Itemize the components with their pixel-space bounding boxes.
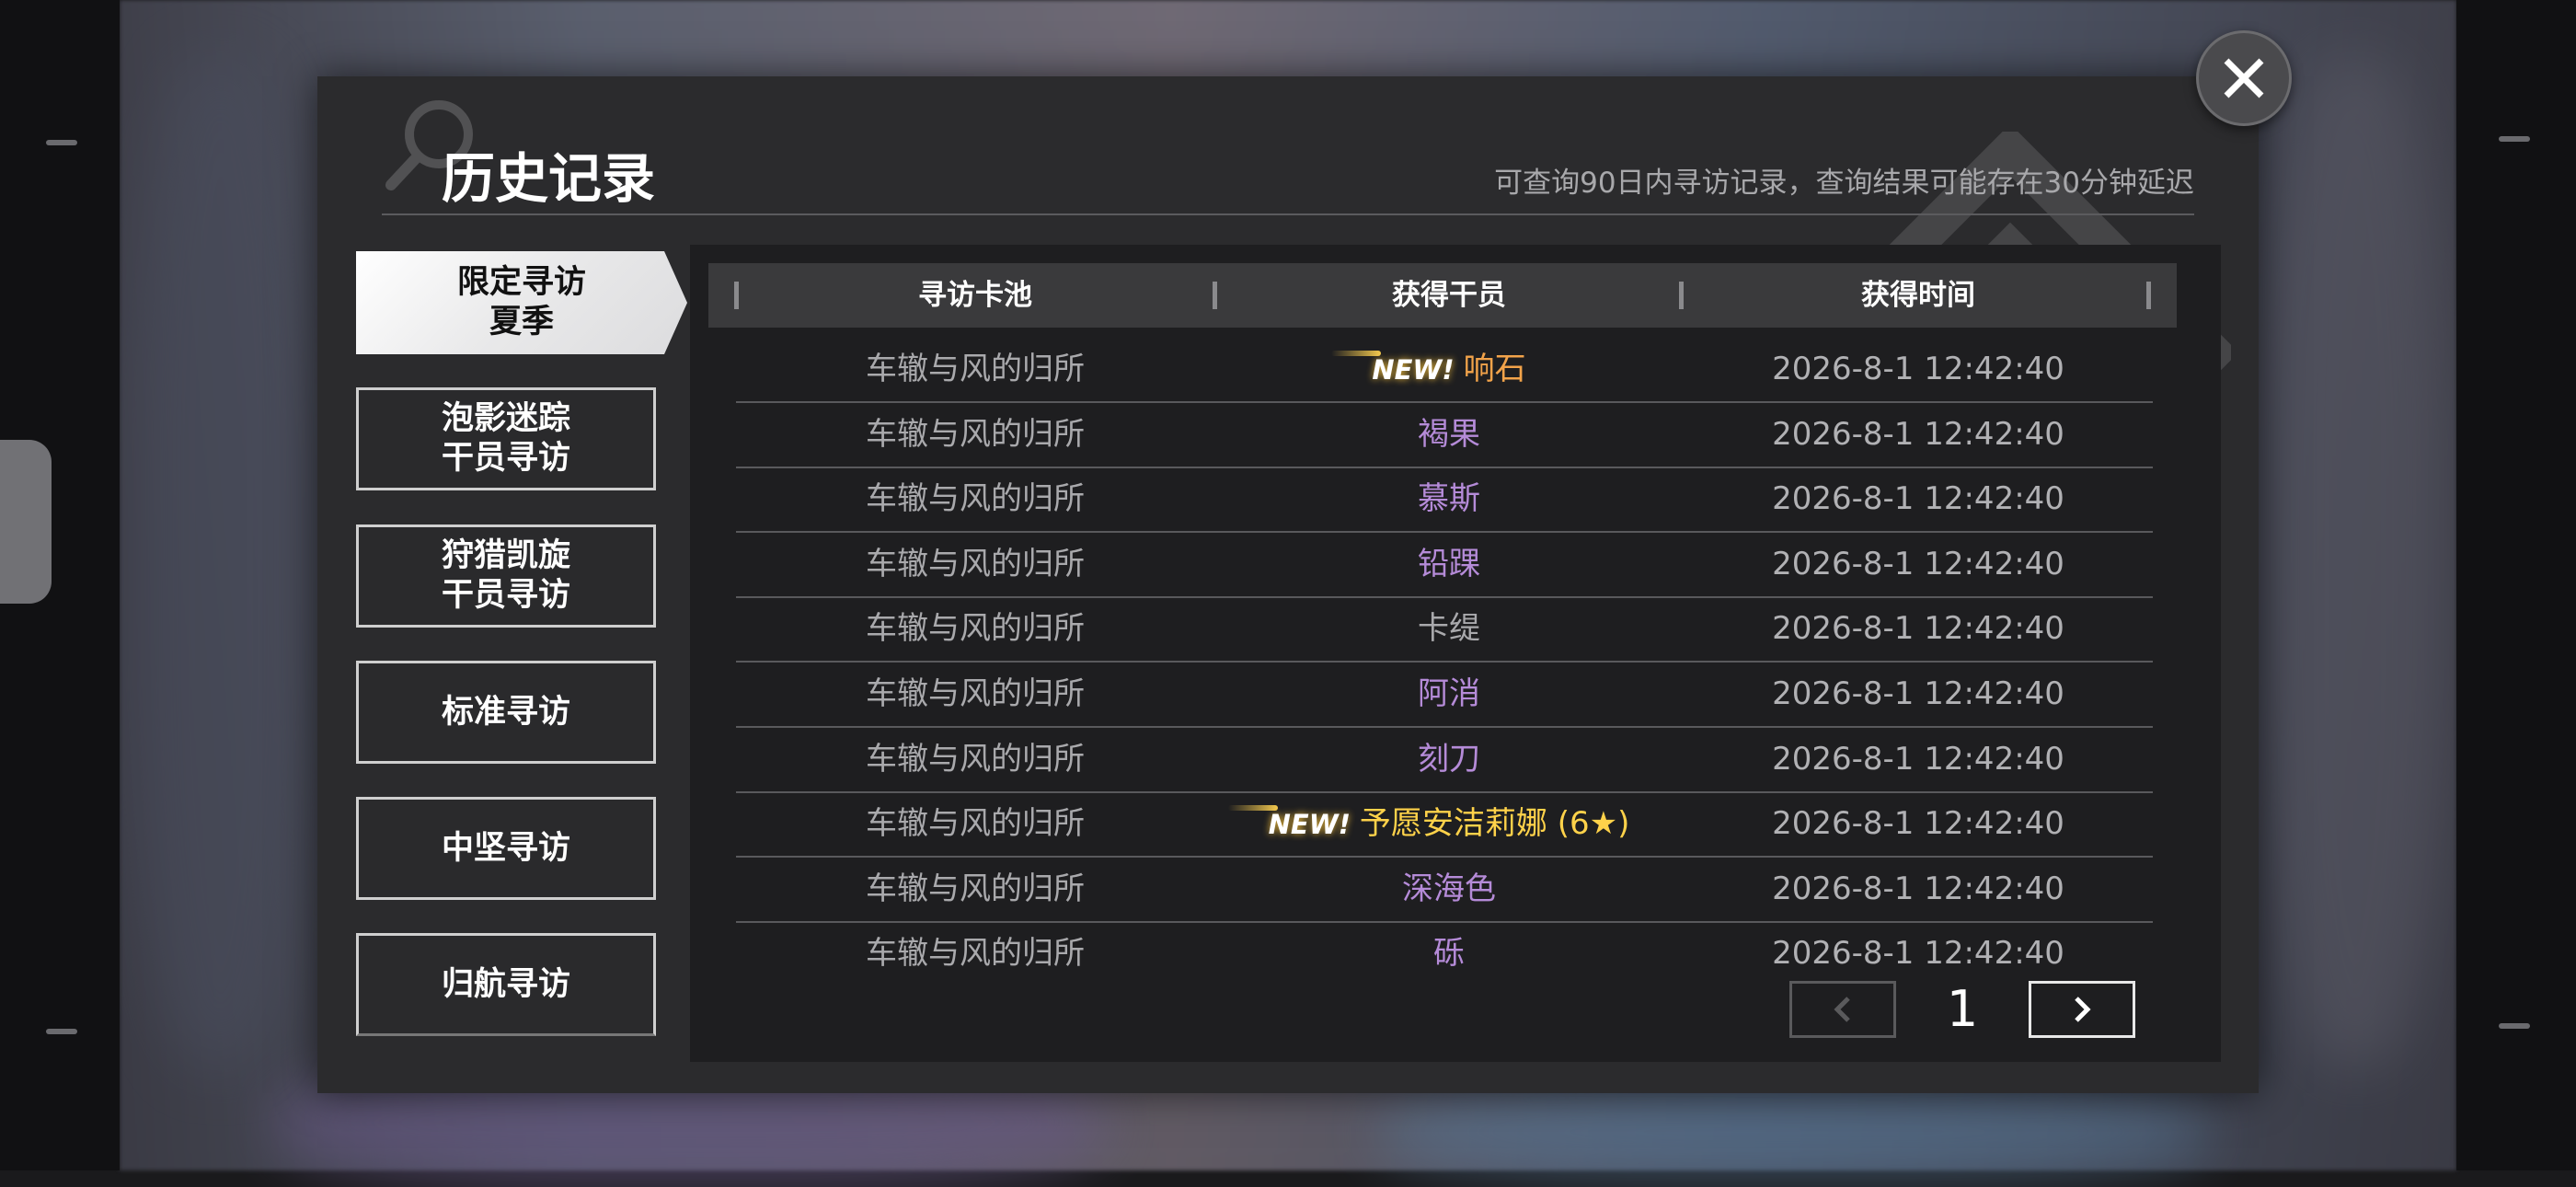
obtained-time: 2026-8-1 12:42:40 [1772,480,2064,518]
operator-name: 阿消 [1418,675,1480,712]
tab-sublabel: 干员寻访 [441,440,570,477]
background-blur-blob [2263,55,2447,1067]
frame-tick [2499,1023,2530,1029]
pool-name: 车辙与风的归所 [866,935,1085,973]
pool-name: 车辙与风的归所 [866,480,1085,518]
tab-label: 狩猎凯旋 [441,537,570,574]
operator-cell: 慕斯 [1214,467,1684,531]
header-separator [2146,282,2151,309]
operator-cell: NEW! 予愿安洁莉娜 (6★) [1214,791,1684,856]
operator-name: 铅踝 [1418,545,1480,582]
operator-name: 砾 [1433,935,1465,973]
new-badge: NEW! [1227,792,1351,857]
tab-standard[interactable]: 标准寻访 [356,661,656,764]
tab-core[interactable]: 中坚寻访 [356,797,656,900]
obtained-time: 2026-8-1 12:42:40 [1772,870,2064,907]
table-row: 车辙与风的归所 卡缇 2026-8-1 12:42:40 [736,596,2153,663]
chevron-right-icon [2075,997,2091,1022]
column-header-pool: 寻访卡池 [918,279,1032,312]
obtained-time: 2026-8-1 12:42:40 [1772,610,2064,648]
background-blur-blob [129,55,313,1067]
operator-name: 卡缇 [1418,610,1480,648]
obtained-time: 2026-8-1 12:42:40 [1772,805,2064,843]
side-drawer-handle[interactable] [0,440,52,604]
operator-cell: 褐果 [1214,402,1684,467]
obtained-time: 2026-8-1 12:42:40 [1772,935,2064,973]
column-header-operator: 获得干员 [1392,279,1506,312]
pool-name: 车辙与风的归所 [866,415,1085,453]
pool-name: 车辙与风的归所 [866,805,1085,843]
table-row: 车辙与风的归所 NEW! 响石 2026-8-1 12:42:40 [736,337,2153,403]
column-header-time: 获得时间 [1861,279,1975,312]
history-table: 寻访卡池 获得干员 获得时间 车辙与风的归所 NEW! 响石 2026-8-1 12:… [690,245,2221,1062]
close-button[interactable] [2196,30,2292,126]
operator-name: 深海色 [1402,870,1496,907]
obtained-time: 2026-8-1 12:42:40 [1772,351,2064,387]
tab-bubble-trail[interactable]: 泡影迷踪 干员寻访 [356,387,656,490]
prev-page-button[interactable] [1789,981,1896,1038]
close-icon [2224,58,2264,98]
tab-label: 泡影迷踪 [441,400,570,437]
table-row: 车辙与风的归所 褐果 2026-8-1 12:42:40 [736,402,2153,468]
pool-name: 车辙与风的归所 [866,610,1085,648]
new-badge: NEW! [1331,338,1455,402]
frame-tick [2499,136,2530,142]
operator-name: 褐果 [1418,415,1480,453]
table-header: 寻访卡池 获得干员 获得时间 [708,263,2177,328]
pool-name: 车辙与风的归所 [866,351,1085,387]
operator-name: 慕斯 [1418,480,1480,518]
operator-cell: 卡缇 [1214,596,1684,661]
chevron-left-icon [1834,997,1850,1022]
tab-label: 中坚寻访 [441,829,570,867]
operator-cell: 砾 [1214,921,1684,985]
frame-tick [46,140,77,145]
tab-sublabel: 干员寻访 [441,577,570,614]
tab-return[interactable]: 归航寻访 [356,933,656,1036]
pool-name: 车辙与风的归所 [866,870,1085,907]
tab-label: 归航寻访 [441,965,570,1003]
right-frame-bar [2456,0,2576,1170]
operator-cell: 铅踝 [1214,532,1684,596]
operator-cell: 刻刀 [1214,727,1684,791]
table-row: 车辙与风的归所 铅踝 2026-8-1 12:42:40 [736,532,2153,598]
tab-label: 标准寻访 [441,693,570,731]
obtained-time: 2026-8-1 12:42:40 [1772,675,2064,712]
table-row: 车辙与风的归所 刻刀 2026-8-1 12:42:40 [736,727,2153,793]
table-row: 车辙与风的归所 砾 2026-8-1 12:42:40 [736,921,2153,985]
operator-name: 予愿安洁莉娜 (6★) [1359,805,1630,843]
title-divider [382,213,2194,215]
pool-name: 车辙与风的归所 [866,740,1085,778]
tab-label: 限定寻访 [456,264,586,301]
page-title: 历史记录 [442,147,656,210]
pool-name: 车辙与风的归所 [866,545,1085,582]
obtained-time: 2026-8-1 12:42:40 [1772,545,2064,582]
table-row: 车辙与风的归所 NEW! 予愿安洁莉娜 (6★) 2026-8-1 12:42:40 [736,791,2153,859]
current-page-number: 1 [1946,980,1979,1038]
pool-name: 车辙与风的归所 [866,675,1085,712]
query-notice: 可查询90日内寻访记录，查询结果可能存在30分钟延迟 [1494,167,2194,200]
tab-hunting-triumph[interactable]: 狩猎凯旋 干员寻访 [356,524,656,628]
operator-name: 刻刀 [1418,740,1480,778]
operator-name: 响石 [1463,351,1526,387]
operator-cell: NEW! 响石 [1214,337,1684,401]
frame-tick [46,1029,77,1034]
operator-cell: 深海色 [1214,857,1684,921]
tab-sublabel: 夏季 [489,304,554,340]
operator-cell: 阿消 [1214,662,1684,726]
next-page-button[interactable] [2029,981,2135,1038]
table-row: 车辙与风的归所 慕斯 2026-8-1 12:42:40 [736,467,2153,534]
pagination: 1 [1789,981,2176,1042]
table-row: 车辙与风的归所 阿消 2026-8-1 12:42:40 [736,662,2153,728]
tab-limited-summer[interactable]: 限定寻访 夏季 [356,251,687,354]
obtained-time: 2026-8-1 12:42:40 [1772,740,2064,778]
history-panel: 历史记录 可查询90日内寻访记录，查询结果可能存在30分钟延迟 限定寻访 夏季 … [317,76,2259,1093]
obtained-time: 2026-8-1 12:42:40 [1772,415,2064,453]
background-blur-blob [1380,1086,2208,1178]
table-row: 车辙与风的归所 深海色 2026-8-1 12:42:40 [736,857,2153,923]
